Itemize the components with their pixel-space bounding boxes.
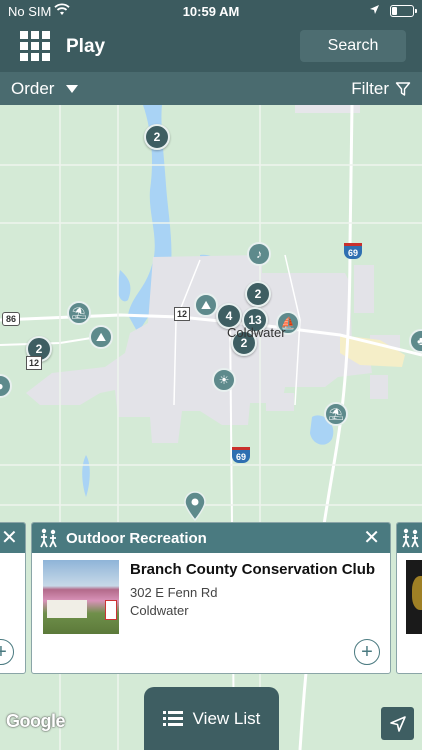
card-header (397, 523, 422, 553)
picnic-icon[interactable]: ⛱ (67, 301, 91, 325)
hiking-icon[interactable]: ⛰ (194, 293, 218, 317)
add-to-list-button[interactable]: + (354, 639, 380, 665)
add-icon[interactable]: + (0, 639, 14, 665)
music-icon[interactable]: ♪ (247, 242, 271, 266)
google-logo: Google (6, 711, 66, 731)
filter-label: Filter (351, 79, 389, 98)
map-pin-icon[interactable] (183, 491, 207, 522)
order-dropdown[interactable]: Order (11, 79, 79, 99)
result-card[interactable]: Outdoor Recreation ✕ Branch County Conse… (31, 522, 391, 674)
picnic-icon[interactable]: ⛱ (324, 402, 348, 426)
sunset-icon[interactable]: ☀ (212, 368, 236, 392)
place-photo (43, 560, 119, 634)
close-icon[interactable]: ✕ (1, 528, 18, 548)
caret-down-icon (66, 85, 79, 93)
close-icon[interactable]: ✕ (363, 528, 380, 548)
card-header: Outdoor Recreation (32, 523, 390, 553)
clock: 10:59 AM (182, 4, 240, 19)
page-title: Play (66, 36, 106, 57)
route-shield: 69 (232, 447, 250, 463)
place-photo (406, 560, 422, 634)
location-arrow-icon (369, 3, 380, 18)
route-shield: 86 (2, 312, 20, 326)
battery-level (392, 7, 397, 15)
card-category: Outdoor Recreation (66, 529, 207, 547)
view-list-label: View List (192, 708, 261, 728)
search-button[interactable]: Search (300, 30, 406, 62)
funnel-icon (395, 82, 411, 96)
route-shield: 12 (26, 356, 42, 370)
town-label: Coldwater (227, 325, 286, 340)
hiking-icon[interactable]: ⛰ (89, 325, 113, 349)
cluster-marker[interactable]: 2 (144, 124, 170, 150)
outdoor-recreation-icon (402, 528, 419, 548)
route-shield: 12 (174, 307, 190, 321)
list-icon (162, 711, 183, 726)
place-name[interactable]: Branch County Conservation Club (130, 561, 375, 578)
toolbar: Order Filter (0, 72, 422, 105)
status-bar: No SIM 10:59 AM (0, 0, 422, 22)
place-city: Coldwater (130, 603, 189, 618)
route-shield: 69 (344, 243, 362, 259)
result-card-previous[interactable]: ✕ + (0, 522, 26, 674)
cluster-marker[interactable]: 2 (245, 281, 271, 307)
battery-icon (390, 5, 417, 17)
outdoor-recreation-icon (40, 528, 57, 548)
place-address: 302 E Fenn Rd (130, 585, 218, 600)
navigation-arrow-icon (389, 715, 406, 732)
view-list-button[interactable]: View List (144, 687, 279, 750)
order-label: Order (11, 79, 55, 98)
app-header: Play Search (0, 22, 422, 72)
filter-button[interactable]: Filter (351, 79, 411, 99)
result-card-next[interactable] (396, 522, 422, 674)
grid-menu-icon[interactable] (20, 31, 50, 61)
locate-me-button[interactable] (381, 707, 414, 740)
